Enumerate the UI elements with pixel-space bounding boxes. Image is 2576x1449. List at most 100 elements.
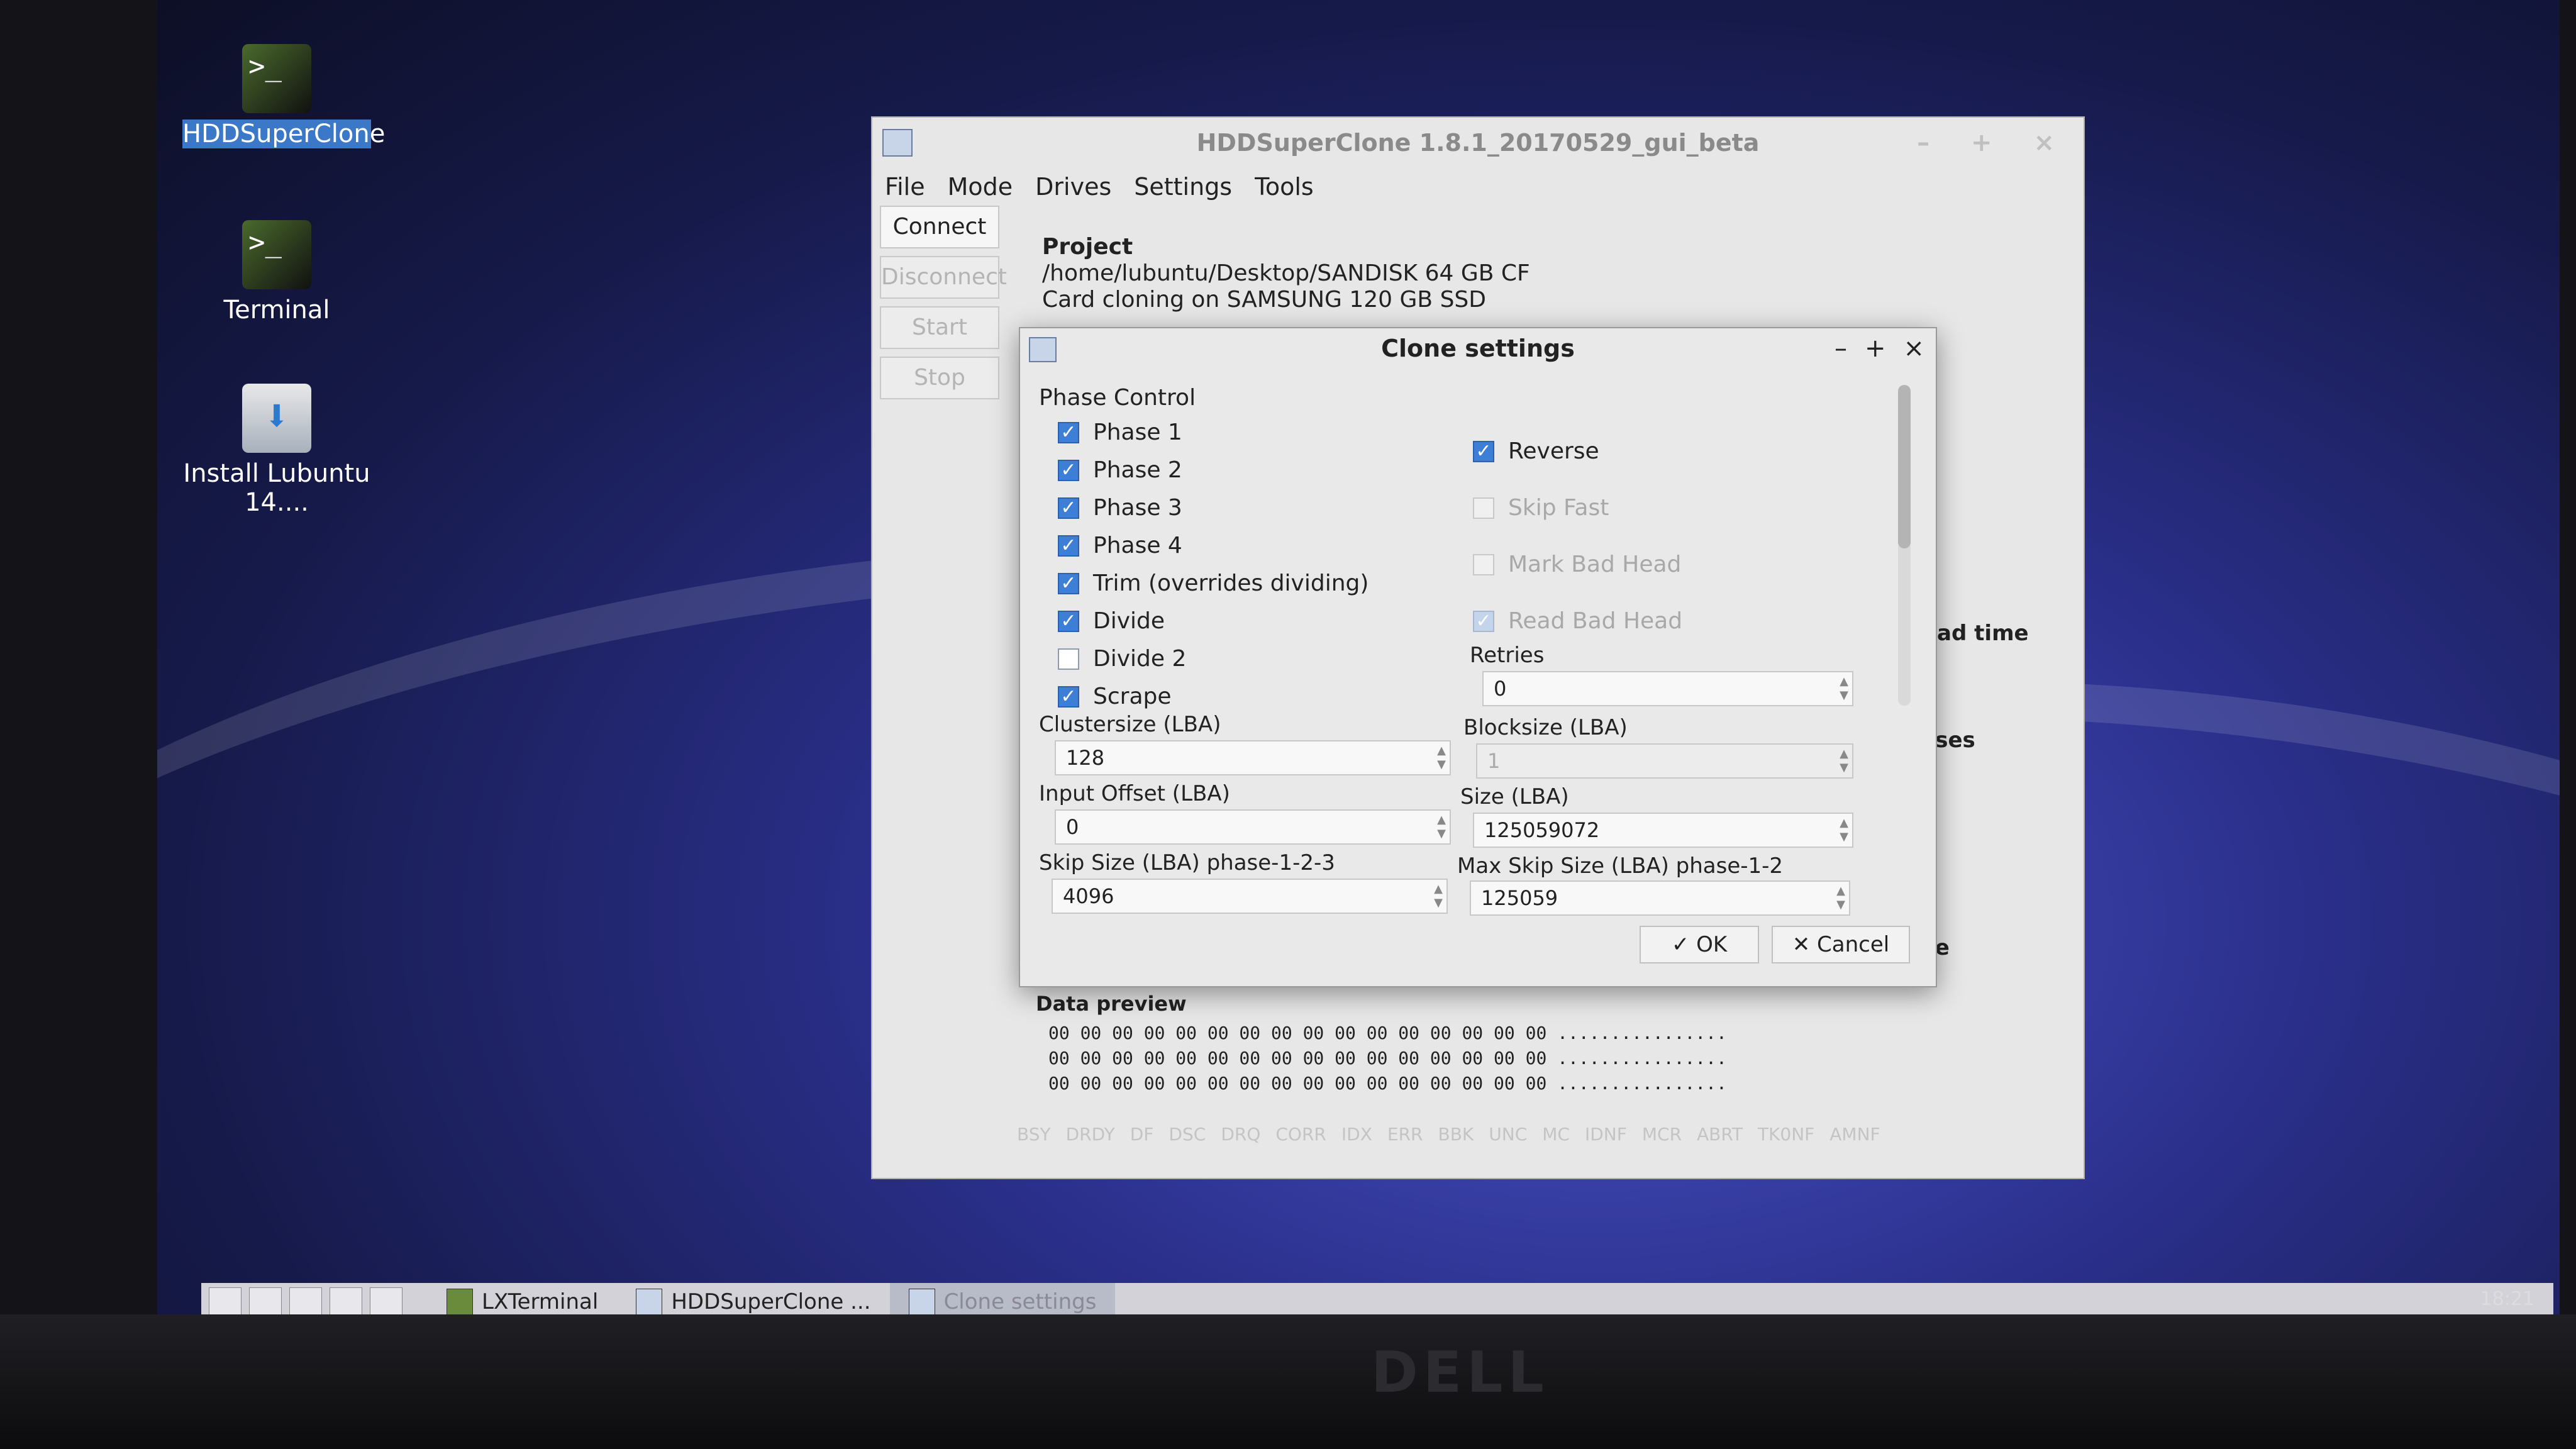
skip-size-value: 4096 [1063, 884, 1114, 908]
reverse-checkbox[interactable]: ✓ Reverse [1473, 438, 1599, 464]
menu-settings[interactable]: Settings [1134, 173, 1232, 201]
blocksize-spinbox[interactable]: 1 ▲ ▼ [1476, 743, 1853, 779]
menu-tools[interactable]: Tools [1255, 173, 1314, 201]
checkbox-label: Phase 1 [1093, 419, 1182, 445]
connect-button[interactable]: Connect [880, 206, 999, 248]
desktop-icon-hddsuperclone[interactable]: >_ HDDSuperClone [182, 44, 386, 148]
status-flag: BBK [1438, 1124, 1474, 1145]
desktop-icon-label: HDDSuperClone [182, 119, 386, 148]
spin-arrows-icon[interactable]: ▲ ▼ [1434, 882, 1443, 910]
status-flag: DSC [1169, 1124, 1206, 1145]
checkmark-icon: ✓ [1473, 610, 1494, 632]
status-flag: MC [1542, 1124, 1570, 1145]
menu-bar: File Mode Drives Settings Tools [872, 168, 2084, 206]
scrollbar-thumb[interactable] [1898, 385, 1911, 548]
scrape-checkbox[interactable]: ✓ Scrape [1058, 684, 1172, 709]
start-button[interactable]: Start [880, 306, 999, 349]
start-menu-icon[interactable] [209, 1287, 242, 1314]
clock[interactable]: 18:21 [2480, 1288, 2534, 1310]
taskbar-item-hddsuperclone[interactable]: HDDSuperClone ... [617, 1283, 889, 1314]
input-offset-spinbox[interactable]: 0 ▲ ▼ [1055, 809, 1451, 845]
menu-mode[interactable]: Mode [948, 173, 1013, 201]
terminal-icon: >_ [242, 44, 311, 113]
workspace-icon[interactable] [370, 1287, 402, 1314]
desktop-icon-install-lubuntu[interactable]: ⬇ Install Lubuntu 14.... [182, 384, 371, 517]
cancel-button[interactable]: ✕ Cancel [1772, 926, 1910, 963]
dialog-title-bar[interactable]: Clone settings – + × [1020, 328, 1936, 369]
divide-checkbox[interactable]: ✓ Divide [1058, 608, 1165, 634]
retries-value: 0 [1494, 677, 1507, 701]
checkbox-label: Divide [1093, 608, 1165, 634]
window-controls[interactable]: – + × [1917, 118, 2071, 168]
stop-button[interactable]: Stop [880, 357, 999, 399]
menu-file[interactable]: File [885, 173, 925, 201]
spin-arrows-icon[interactable]: ▲ ▼ [1840, 675, 1848, 702]
project-description: Card cloning on SAMSUNG 120 GB SSD [1042, 287, 1486, 313]
dialog-scrollbar[interactable] [1898, 385, 1911, 706]
ok-button[interactable]: ✓ OK [1640, 926, 1759, 963]
checkbox-box [1058, 648, 1079, 670]
show-desktop-icon[interactable] [330, 1287, 362, 1314]
taskbar-item-clone-settings[interactable]: Clone settings [889, 1283, 1116, 1314]
phase2-checkbox[interactable]: ✓ Phase 2 [1058, 457, 1182, 483]
taskbar-item-label: Clone settings [943, 1289, 1097, 1314]
read-bad-head-checkbox[interactable]: ✓ Read Bad Head [1473, 608, 1682, 634]
taskbar-item-lxterminal[interactable]: LXTerminal [428, 1283, 617, 1314]
spin-arrows-icon[interactable]: ▲ ▼ [1836, 884, 1845, 912]
size-lba-value: 125059072 [1484, 818, 1600, 842]
spin-arrows-icon[interactable]: ▲ ▼ [1840, 816, 1848, 844]
terminal-icon [447, 1289, 473, 1314]
max-skip-size-spinbox[interactable]: 125059 ▲ ▼ [1470, 880, 1850, 916]
checkbox-label: Read Bad Head [1508, 608, 1683, 634]
file-manager-icon[interactable] [249, 1287, 282, 1314]
menu-drives[interactable]: Drives [1035, 173, 1111, 201]
status-flag: DRQ [1221, 1124, 1261, 1145]
retries-spinbox[interactable]: 0 ▲ ▼ [1482, 671, 1853, 706]
status-flag: IDX [1341, 1124, 1372, 1145]
taskbar: LXTerminal HDDSuperClone ... Clone setti… [201, 1283, 2553, 1314]
retries-label: Retries [1470, 643, 1545, 668]
phase-control-label: Phase Control [1039, 385, 1196, 411]
divide2-checkbox[interactable]: Divide 2 [1058, 646, 1186, 672]
desktop-icon-terminal[interactable]: >_ Terminal [182, 220, 371, 325]
window-icon [1029, 337, 1057, 362]
download-icon: ⬇ [242, 384, 311, 453]
window-icon [636, 1289, 663, 1314]
minimize-icon[interactable]: – [1835, 328, 1847, 369]
browser-icon[interactable] [289, 1287, 322, 1314]
disconnect-button[interactable]: Disconnect [880, 256, 1007, 299]
phase3-checkbox[interactable]: ✓ Phase 3 [1058, 495, 1182, 521]
maximize-icon[interactable]: + [1865, 328, 1886, 369]
phase4-checkbox[interactable]: ✓ Phase 4 [1058, 533, 1182, 558]
main-window-title: HDDSuperClone 1.8.1_20170529_gui_beta [1196, 129, 1760, 157]
clustersize-value: 128 [1066, 746, 1105, 770]
mark-bad-head-checkbox[interactable]: Mark Bad Head [1473, 552, 1681, 577]
project-path: /home/lubuntu/Desktop/SANDISK 64 GB CF [1042, 260, 1530, 286]
checkbox-label: Phase 3 [1093, 495, 1182, 521]
max-skip-size-label: Max Skip Size (LBA) phase-1-2 [1457, 853, 1784, 879]
spin-arrows-icon[interactable]: ▲ ▼ [1840, 747, 1848, 775]
checkmark-icon: ✓ [1058, 459, 1079, 481]
checkmark-icon: ✓ [1058, 572, 1079, 594]
spin-arrows-icon[interactable]: ▲ ▼ [1437, 744, 1446, 772]
spin-arrows-icon[interactable]: ▲ ▼ [1437, 813, 1446, 841]
skip-fast-checkbox[interactable]: Skip Fast [1473, 495, 1609, 521]
side-button-panel: Connect Disconnect Start Stop [880, 206, 1007, 407]
checkbox-label: Phase 2 [1093, 457, 1182, 483]
clustersize-spinbox[interactable]: 128 ▲ ▼ [1055, 740, 1451, 775]
close-icon[interactable]: × [1903, 328, 1924, 369]
skip-size-label: Skip Size (LBA) phase-1-2-3 [1039, 850, 1335, 875]
skip-size-spinbox[interactable]: 4096 ▲ ▼ [1052, 879, 1448, 914]
project-heading: Project [1042, 234, 1133, 260]
checkbox-label: Scrape [1093, 684, 1172, 709]
taskbar-item-label: HDDSuperClone ... [671, 1289, 871, 1314]
size-lba-spinbox[interactable]: 125059072 ▲ ▼ [1473, 813, 1853, 848]
status-flag: CORR [1275, 1124, 1326, 1145]
window-icon [882, 129, 913, 157]
trim-checkbox[interactable]: ✓ Trim (overrides dividing) [1058, 570, 1368, 596]
status-flag: AMNF [1829, 1124, 1880, 1145]
checkbox-label: Phase 4 [1093, 533, 1182, 558]
main-title-bar[interactable]: HDDSuperClone 1.8.1_20170529_gui_beta – … [872, 118, 2084, 168]
read-time-label: ead time [1923, 621, 2029, 646]
phase1-checkbox[interactable]: ✓ Phase 1 [1058, 419, 1182, 445]
